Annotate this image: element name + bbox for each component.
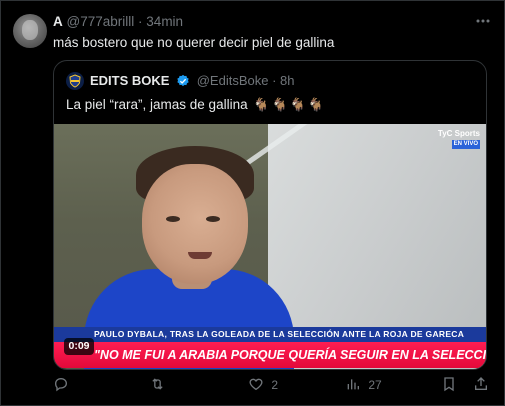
goat-emoji: 🐐 [289,97,306,112]
video-person-eye [166,216,180,222]
live-badge: EN VIVO [451,140,480,149]
lower-third-main-text: "NO ME FUI A ARABIA PORQUE QUERÍA SEGUIR… [94,348,487,362]
views-button[interactable]: 27 [345,376,382,394]
quoted-tweet[interactable]: EDITS BOKE @EditsBoke · 8h La piel “rara… [53,60,487,370]
quoted-tweet-header: EDITS BOKE @EditsBoke · 8h [90,72,295,92]
channel-logo-text: TyC Sports [437,129,480,138]
tweet-header: A @777abrilll · 34min [53,13,183,30]
video-person-face [142,164,248,284]
share-button[interactable] [473,376,489,394]
tweet-time[interactable]: 34min [146,14,183,29]
reply-icon [54,377,68,392]
channel-logo: TyC Sports EN VIVO [432,129,480,149]
like-count: 2 [271,378,279,392]
lower-third-top: PAULO DYBALA, TRAS LA GOLEADA DE LA SELE… [54,327,486,342]
like-button[interactable]: 2 [248,376,278,394]
quoted-text-body: La piel “rara”, jamas de gallina [66,97,248,112]
share-icon [475,377,487,390]
verified-badge-icon [176,74,190,92]
header-separator: · [138,14,143,29]
reply-button[interactable] [53,376,73,394]
quoted-tweet-text: La piel “rara”, jamas de gallina 🐐 🐐 🐐 🐐 [66,95,324,114]
quoted-author-handle[interactable]: @EditsBoke [197,73,269,88]
quoted-author-name[interactable]: EDITS BOKE [90,73,169,88]
retweet-icon [152,378,163,390]
quoted-tweet-time[interactable]: 8h [280,73,294,88]
goat-emoji: 🐐 [253,97,270,112]
author-handle[interactable]: @777abrilll [67,14,135,29]
video-player[interactable]: TyC Sports EN VIVO PAULO DYBALA, TRAS LA… [54,124,487,369]
goat-emoji: 🐐 [271,97,288,112]
goat-emoji: 🐐 [307,97,325,112]
bookmark-button[interactable] [441,376,457,394]
tweet-card[interactable]: A @777abrilll · 34min más bostero que no… [0,0,505,406]
tweet-text: más bostero que no querer decir piel de … [53,35,335,50]
views-count: 27 [368,378,382,392]
heart-icon [249,378,263,391]
lower-third-top-text: PAULO DYBALA, TRAS LA GOLEADA DE LA SELE… [94,329,465,339]
author-avatar[interactable] [13,14,47,48]
video-person-mouth [188,252,212,259]
shield-crest-icon [69,74,81,88]
video-person-eye [206,216,220,222]
quoted-author-avatar[interactable] [66,72,84,90]
lower-third-main: "NO ME FUI A ARABIA PORQUE QUERÍA SEGUIR… [54,342,487,368]
bookmark-icon [444,377,454,392]
retweet-button[interactable] [149,376,170,394]
more-dots-icon[interactable] [471,12,495,30]
quoted-separator: · [272,73,277,88]
author-name[interactable]: A [53,14,63,29]
views-chart-icon [347,379,359,390]
video-duration: 0:09 [64,338,94,355]
